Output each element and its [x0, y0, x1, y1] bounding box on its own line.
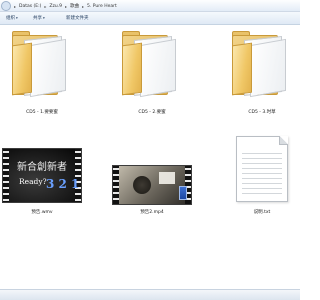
chevron-right-icon: ▸ [65, 3, 68, 9]
video-thumbnail [112, 165, 192, 205]
chevron-right-icon: ▸ [82, 3, 85, 9]
address-bar: ▸ Datas (E:) ▸ Zzu.9 ▸ 歌曲 ▸ 5. Pure Hear… [0, 0, 300, 12]
breadcrumb-item[interactable]: 5. Pure Heart [86, 4, 118, 9]
status-bar [0, 289, 300, 300]
media-player-icon [179, 186, 187, 200]
chevron-right-icon: ▸ [14, 3, 17, 9]
file-item-text[interactable]: 说明.txt [222, 130, 302, 220]
share-button[interactable]: 共享▾ [33, 15, 45, 22]
back-button[interactable] [1, 1, 11, 11]
video-thumbnail: 新合創新者 Ready? 3 2 1 [2, 148, 82, 203]
file-name: 说明.txt [253, 210, 271, 215]
text-file-icon [236, 136, 288, 202]
breadcrumb: ▸ Datas (E:) ▸ Zzu.9 ▸ 歌曲 ▸ 5. Pure Hear… [14, 2, 118, 10]
thumb-countdown-text: 3 2 1 [46, 177, 80, 191]
breadcrumb-item[interactable]: Zzu.9 [48, 4, 63, 9]
file-item-folder[interactable]: CD5 - 2.要蜜 [112, 30, 192, 120]
chevron-right-icon: ▸ [44, 3, 47, 9]
file-name: CD5 - 3.时草 [248, 110, 276, 115]
chevron-down-icon: ▾ [43, 16, 45, 20]
thumb-ready-text: Ready? [19, 177, 47, 186]
file-item-video[interactable]: 新合創新者 Ready? 3 2 1 预告.wmv [2, 130, 82, 220]
file-name: 预告.wmv [31, 210, 53, 215]
organize-label: 组织 [6, 16, 15, 21]
new-folder-button[interactable]: 新建文件夹 [66, 15, 89, 22]
command-bar: 组织▾ 共享▾ 新建文件夹 [0, 12, 300, 25]
breadcrumb-item[interactable]: Datas (E:) [18, 4, 42, 9]
file-item-folder[interactable]: CD5 - 1.要要蜜 [2, 30, 82, 120]
file-name: CD5 - 1.要要蜜 [26, 110, 58, 115]
file-name: CD5 - 2.要蜜 [138, 110, 166, 115]
thumb-title-text: 新合創新者 [17, 162, 67, 173]
breadcrumb-item[interactable]: 歌曲 [69, 3, 80, 9]
chevron-down-icon: ▾ [16, 16, 18, 20]
organize-button[interactable]: 组织▾ [6, 15, 18, 22]
file-item-video[interactable]: 预告2.mp4 [112, 130, 192, 220]
share-label: 共享 [33, 16, 42, 21]
new-folder-label: 新建文件夹 [66, 16, 89, 21]
file-item-folder[interactable]: CD5 - 3.时草 [222, 30, 302, 120]
file-name: 预告2.mp4 [140, 210, 164, 215]
